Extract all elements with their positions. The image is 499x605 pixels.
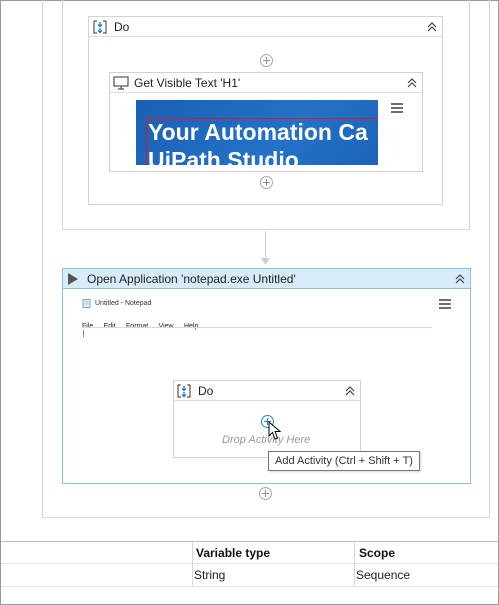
do-header-top[interactable]: Do xyxy=(89,17,442,37)
drop-activity-hint: Drop Activity Here xyxy=(222,434,311,446)
do-title-top: Do xyxy=(114,20,130,34)
add-activity-icon[interactable] xyxy=(260,54,273,67)
menu-icon[interactable] xyxy=(439,299,451,310)
notepad-window-title: Untitled - Notepad xyxy=(95,300,152,307)
do-sequence-icon xyxy=(177,384,191,398)
notepad-text-caret xyxy=(83,330,84,337)
monitor-icon xyxy=(113,76,129,90)
notepad-menu-bar: File Edit Format View Help xyxy=(82,317,205,331)
do-container-inner[interactable]: Do Drop Activity Here xyxy=(173,380,361,458)
variables-col-divider-1 xyxy=(192,542,193,587)
flow-connector xyxy=(265,231,266,261)
scope-right-border xyxy=(469,0,470,230)
get-visible-text-title: Get Visible Text 'H1' xyxy=(134,76,241,90)
get-visible-text-activity[interactable]: Get Visible Text 'H1' Your Automation Ca… xyxy=(109,72,423,172)
flow-arrow-icon xyxy=(261,258,270,265)
application-screenshot: Untitled - Notepad File Edit Format View… xyxy=(82,297,432,341)
scope-left-border xyxy=(62,0,63,230)
collapse-chevron-icon[interactable] xyxy=(344,385,356,397)
variables-column-header-scope[interactable]: Scope xyxy=(359,546,395,560)
menu-icon[interactable] xyxy=(391,103,403,114)
cursor-icon xyxy=(268,421,282,440)
do-sequence-icon xyxy=(93,20,107,34)
target-element-screenshot: Your Automation Ca UiPath Studio xyxy=(136,100,378,165)
open-application-header[interactable]: Open Application 'notepad.exe Untitled' xyxy=(63,269,470,289)
open-application-title: Open Application 'notepad.exe Untitled' xyxy=(87,272,296,286)
notepad-menu-divider xyxy=(82,327,432,328)
play-icon xyxy=(68,273,78,285)
screenshot-heading-text: Your Automation Ca xyxy=(148,119,368,145)
get-visible-text-header[interactable]: Get Visible Text 'H1' xyxy=(110,73,422,93)
variables-row-divider xyxy=(1,586,498,587)
scope-bottom-border xyxy=(62,229,470,230)
notepad-icon xyxy=(82,299,91,308)
variables-panel-top-border xyxy=(1,541,498,542)
add-activity-icon[interactable] xyxy=(259,487,272,500)
variable-type-cell[interactable]: String xyxy=(194,568,225,582)
outer-sequence-left-border xyxy=(42,0,43,518)
do-container-top[interactable]: Do Get Visible Text 'H1' Your Automation… xyxy=(88,16,443,205)
add-activity-icon[interactable] xyxy=(260,176,273,189)
variable-scope-cell[interactable]: Sequence xyxy=(356,568,410,582)
do-header-inner[interactable]: Do xyxy=(174,381,360,401)
do-title-inner: Do xyxy=(198,384,214,398)
collapse-chevron-icon[interactable] xyxy=(454,273,466,285)
outer-sequence-right-border xyxy=(489,0,490,518)
variables-col-divider-2 xyxy=(354,542,355,587)
outer-sequence-bottom-border xyxy=(42,517,490,518)
add-activity-tooltip: Add Activity (Ctrl + Shift + T) xyxy=(268,451,420,471)
collapse-chevron-icon[interactable] xyxy=(426,21,438,33)
variables-header-divider xyxy=(1,563,498,564)
variables-column-header-type[interactable]: Variable type xyxy=(196,546,270,560)
screenshot-subheading-text: UiPath Studio xyxy=(148,147,299,165)
collapse-chevron-icon[interactable] xyxy=(406,77,418,89)
